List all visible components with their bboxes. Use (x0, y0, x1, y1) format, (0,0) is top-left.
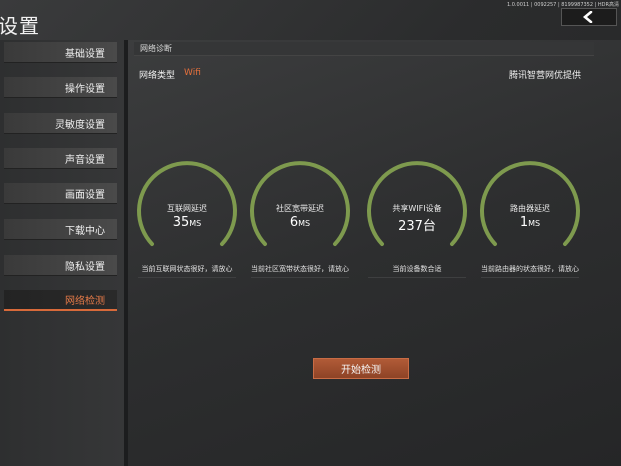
gauge-community-latency: 社区宽带延迟 6MS (249, 160, 351, 270)
gauge-label: 路由器延迟 (510, 204, 550, 213)
gauge-value: 1MS (519, 215, 541, 230)
sidebar-item-privacy[interactable]: 隐私设置 (4, 255, 117, 276)
provider-text: 腾讯智营网优提供 (508, 71, 581, 81)
gauge-value: 35MS (172, 215, 202, 230)
sidebar-item-downloads[interactable]: 下载中心 (4, 219, 117, 240)
sidebar: 基础设置 操作设置 灵敏度设置 声音设置 画面设置 下载中心 隐私设置 网络检测 (0, 40, 124, 466)
version-info: 1.0.0011 | 0092257 | 8199987352 | HDR高清 (506, 2, 619, 8)
gauge-value: 6MS (289, 215, 311, 230)
gauge-label: 社区宽带延迟 (276, 204, 324, 213)
gauge-divider (138, 277, 236, 278)
gauge-label: 共享WIFI设备 (392, 204, 442, 213)
gauge-router-latency: 路由器延迟 1MS (479, 160, 581, 270)
sidebar-item-controls[interactable]: 操作设置 (4, 77, 117, 98)
back-button[interactable] (561, 8, 617, 26)
sidebar-item-sound[interactable]: 声音设置 (4, 148, 117, 169)
page-title: 设置 (0, 14, 40, 38)
gauge-value: 237台 (398, 219, 436, 234)
gauge-note: 当前社区宽带状态很好，请放心 (251, 265, 349, 273)
sidebar-item-network-test[interactable]: 网络检测 (4, 290, 117, 311)
network-type-label: 网络类型 (139, 71, 176, 81)
sidebar-item-basic[interactable]: 基础设置 (4, 42, 117, 63)
network-type-value: Wifi (184, 68, 201, 78)
gauge-internet-latency: 互联网延迟 35MS (136, 160, 238, 270)
gauge-note: 当前设备数合适 (392, 265, 442, 273)
gauge-divider (251, 277, 349, 278)
sidebar-item-sensitivity[interactable]: 灵敏度设置 (4, 113, 117, 134)
gauge-divider (481, 277, 579, 278)
gauge-note: 当前路由器的状态很好，请放心 (481, 265, 579, 273)
gauge-divider (368, 277, 466, 278)
chevron-left-icon (582, 11, 593, 23)
start-test-button[interactable]: 开始检测 (313, 358, 409, 379)
gauge-note: 当前互联网状态很好，请放心 (141, 265, 233, 273)
gauge-wifi-devices: 共享WIFI设备 237台 (366, 160, 468, 270)
section-header: 网络诊断 (134, 42, 594, 56)
main-panel: 网络诊断 网络类型 Wifi 腾讯智营网优提供 互联网延迟 35MS 当前互联网… (128, 40, 621, 466)
sidebar-item-graphics[interactable]: 画面设置 (4, 183, 117, 204)
gauge-label: 互联网延迟 (167, 204, 207, 213)
